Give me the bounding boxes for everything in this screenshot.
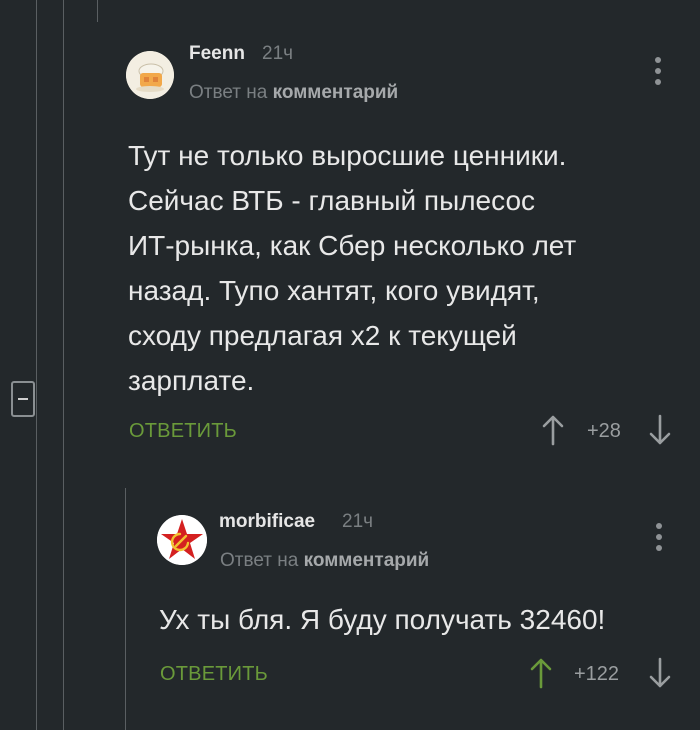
thread-line	[97, 0, 98, 22]
collapse-thread-button[interactable]	[11, 381, 35, 417]
arrow-up-icon[interactable]	[541, 414, 565, 451]
comment-body-line: Сейчас ВТБ - главный пылесос	[128, 185, 536, 216]
comment-body-line: Тут не только выросшие ценники.	[128, 140, 567, 171]
comment-body: Тут не только выросшие ценники. Сейчас В…	[128, 133, 576, 403]
more-options-icon[interactable]	[656, 523, 662, 556]
comment-body-line: зарплате.	[128, 365, 255, 396]
thread-line	[125, 488, 126, 730]
comment-author[interactable]: morbificae	[219, 511, 315, 533]
reply-to-prefix: Ответ на	[220, 550, 299, 571]
reply-button[interactable]: ОТВЕТИТЬ	[160, 663, 268, 686]
rating-value: +28	[587, 420, 621, 442]
comment-author[interactable]: Feenn	[189, 43, 245, 65]
arrow-down-icon[interactable]	[648, 414, 672, 451]
reply-to-target[interactable]: комментарий	[273, 82, 399, 103]
thread-line	[63, 0, 64, 730]
arrow-down-icon[interactable]	[648, 657, 672, 694]
avatar[interactable]	[126, 51, 174, 99]
rating-value: +122	[574, 663, 620, 685]
reply-to-prefix: Ответ на	[189, 82, 268, 103]
comment-time: 21ч	[342, 511, 374, 532]
thread-line	[36, 0, 37, 730]
comment-body-line: сходу предлагая х2 к текущей	[128, 320, 517, 351]
avatar[interactable]	[157, 515, 207, 565]
reply-to-target[interactable]: комментарий	[304, 550, 430, 571]
comment-body-line: ИТ-рынка, как Сбер несколько лет	[128, 230, 577, 261]
reply-button[interactable]: ОТВЕТИТЬ	[129, 420, 237, 443]
comment-body: Ух ты бля. Я буду получать 32460!	[159, 597, 605, 642]
comment-body-line: Ух ты бля. Я буду получать 32460!	[159, 604, 606, 635]
reply-to-link[interactable]: Ответ на комментарий	[220, 550, 429, 572]
arrow-up-icon[interactable]	[529, 657, 553, 694]
reply-to-link[interactable]: Ответ на комментарий	[189, 82, 398, 104]
comment-body-line: назад. Тупо хантят, кого увидят,	[128, 275, 540, 306]
comment-time: 21ч	[262, 43, 294, 64]
more-options-icon[interactable]	[655, 57, 661, 90]
